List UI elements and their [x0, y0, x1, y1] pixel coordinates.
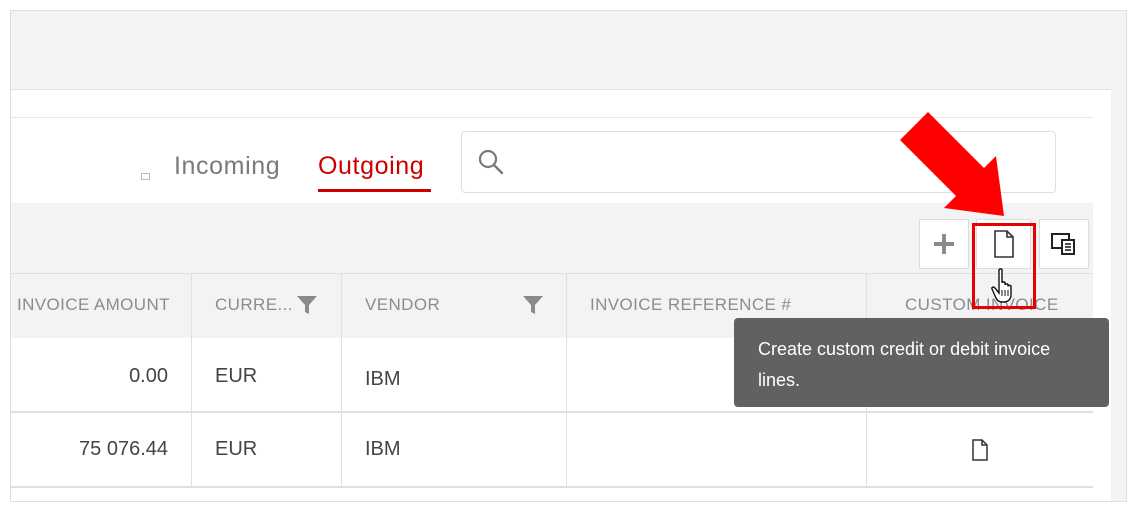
cell-vendor: IBM — [342, 413, 567, 486]
cell-vendor: IBM — [342, 338, 567, 411]
column-chooser-button[interactable] — [1039, 219, 1089, 269]
cell-invoice-amount: 0.00 — [11, 338, 192, 411]
tooltip-text: Create custom credit or debit invoice li… — [758, 339, 1051, 390]
column-chooser-icon — [1051, 233, 1075, 255]
tab-incoming[interactable]: Incoming — [174, 152, 280, 181]
table-row[interactable]: 75 076.44 EUR IBM — [11, 413, 1093, 488]
app-frame: Incoming Outgoing INVOICE AMOUNT CURRE..… — [10, 10, 1127, 502]
filter-icon[interactable] — [522, 295, 544, 315]
hand-cursor-icon — [991, 268, 1012, 303]
cell-invoice-reference — [567, 413, 867, 486]
annotation-arrow-icon — [900, 112, 1004, 216]
tooltip: Create custom credit or debit invoice li… — [734, 318, 1109, 407]
vertical-scrollbar[interactable] — [1111, 89, 1126, 501]
plus-icon — [934, 234, 954, 254]
document-icon[interactable] — [971, 439, 989, 461]
active-tab-indicator — [318, 189, 431, 192]
cell-currency: EUR — [192, 338, 342, 411]
tab-outgoing[interactable]: Outgoing — [318, 152, 424, 181]
cell-custom-invoice — [867, 413, 1093, 486]
cell-invoice-amount: 75 076.44 — [11, 413, 192, 486]
cell-currency: EUR — [192, 413, 342, 486]
column-header-currency[interactable]: CURRE... — [192, 274, 342, 338]
filter-icon[interactable] — [296, 295, 318, 315]
collapse-indicator-icon — [141, 173, 150, 180]
column-header-vendor[interactable]: VENDOR — [342, 274, 567, 338]
search-icon — [478, 149, 504, 175]
column-header-invoice-amount[interactable]: INVOICE AMOUNT — [11, 274, 192, 338]
add-button[interactable] — [919, 219, 969, 269]
